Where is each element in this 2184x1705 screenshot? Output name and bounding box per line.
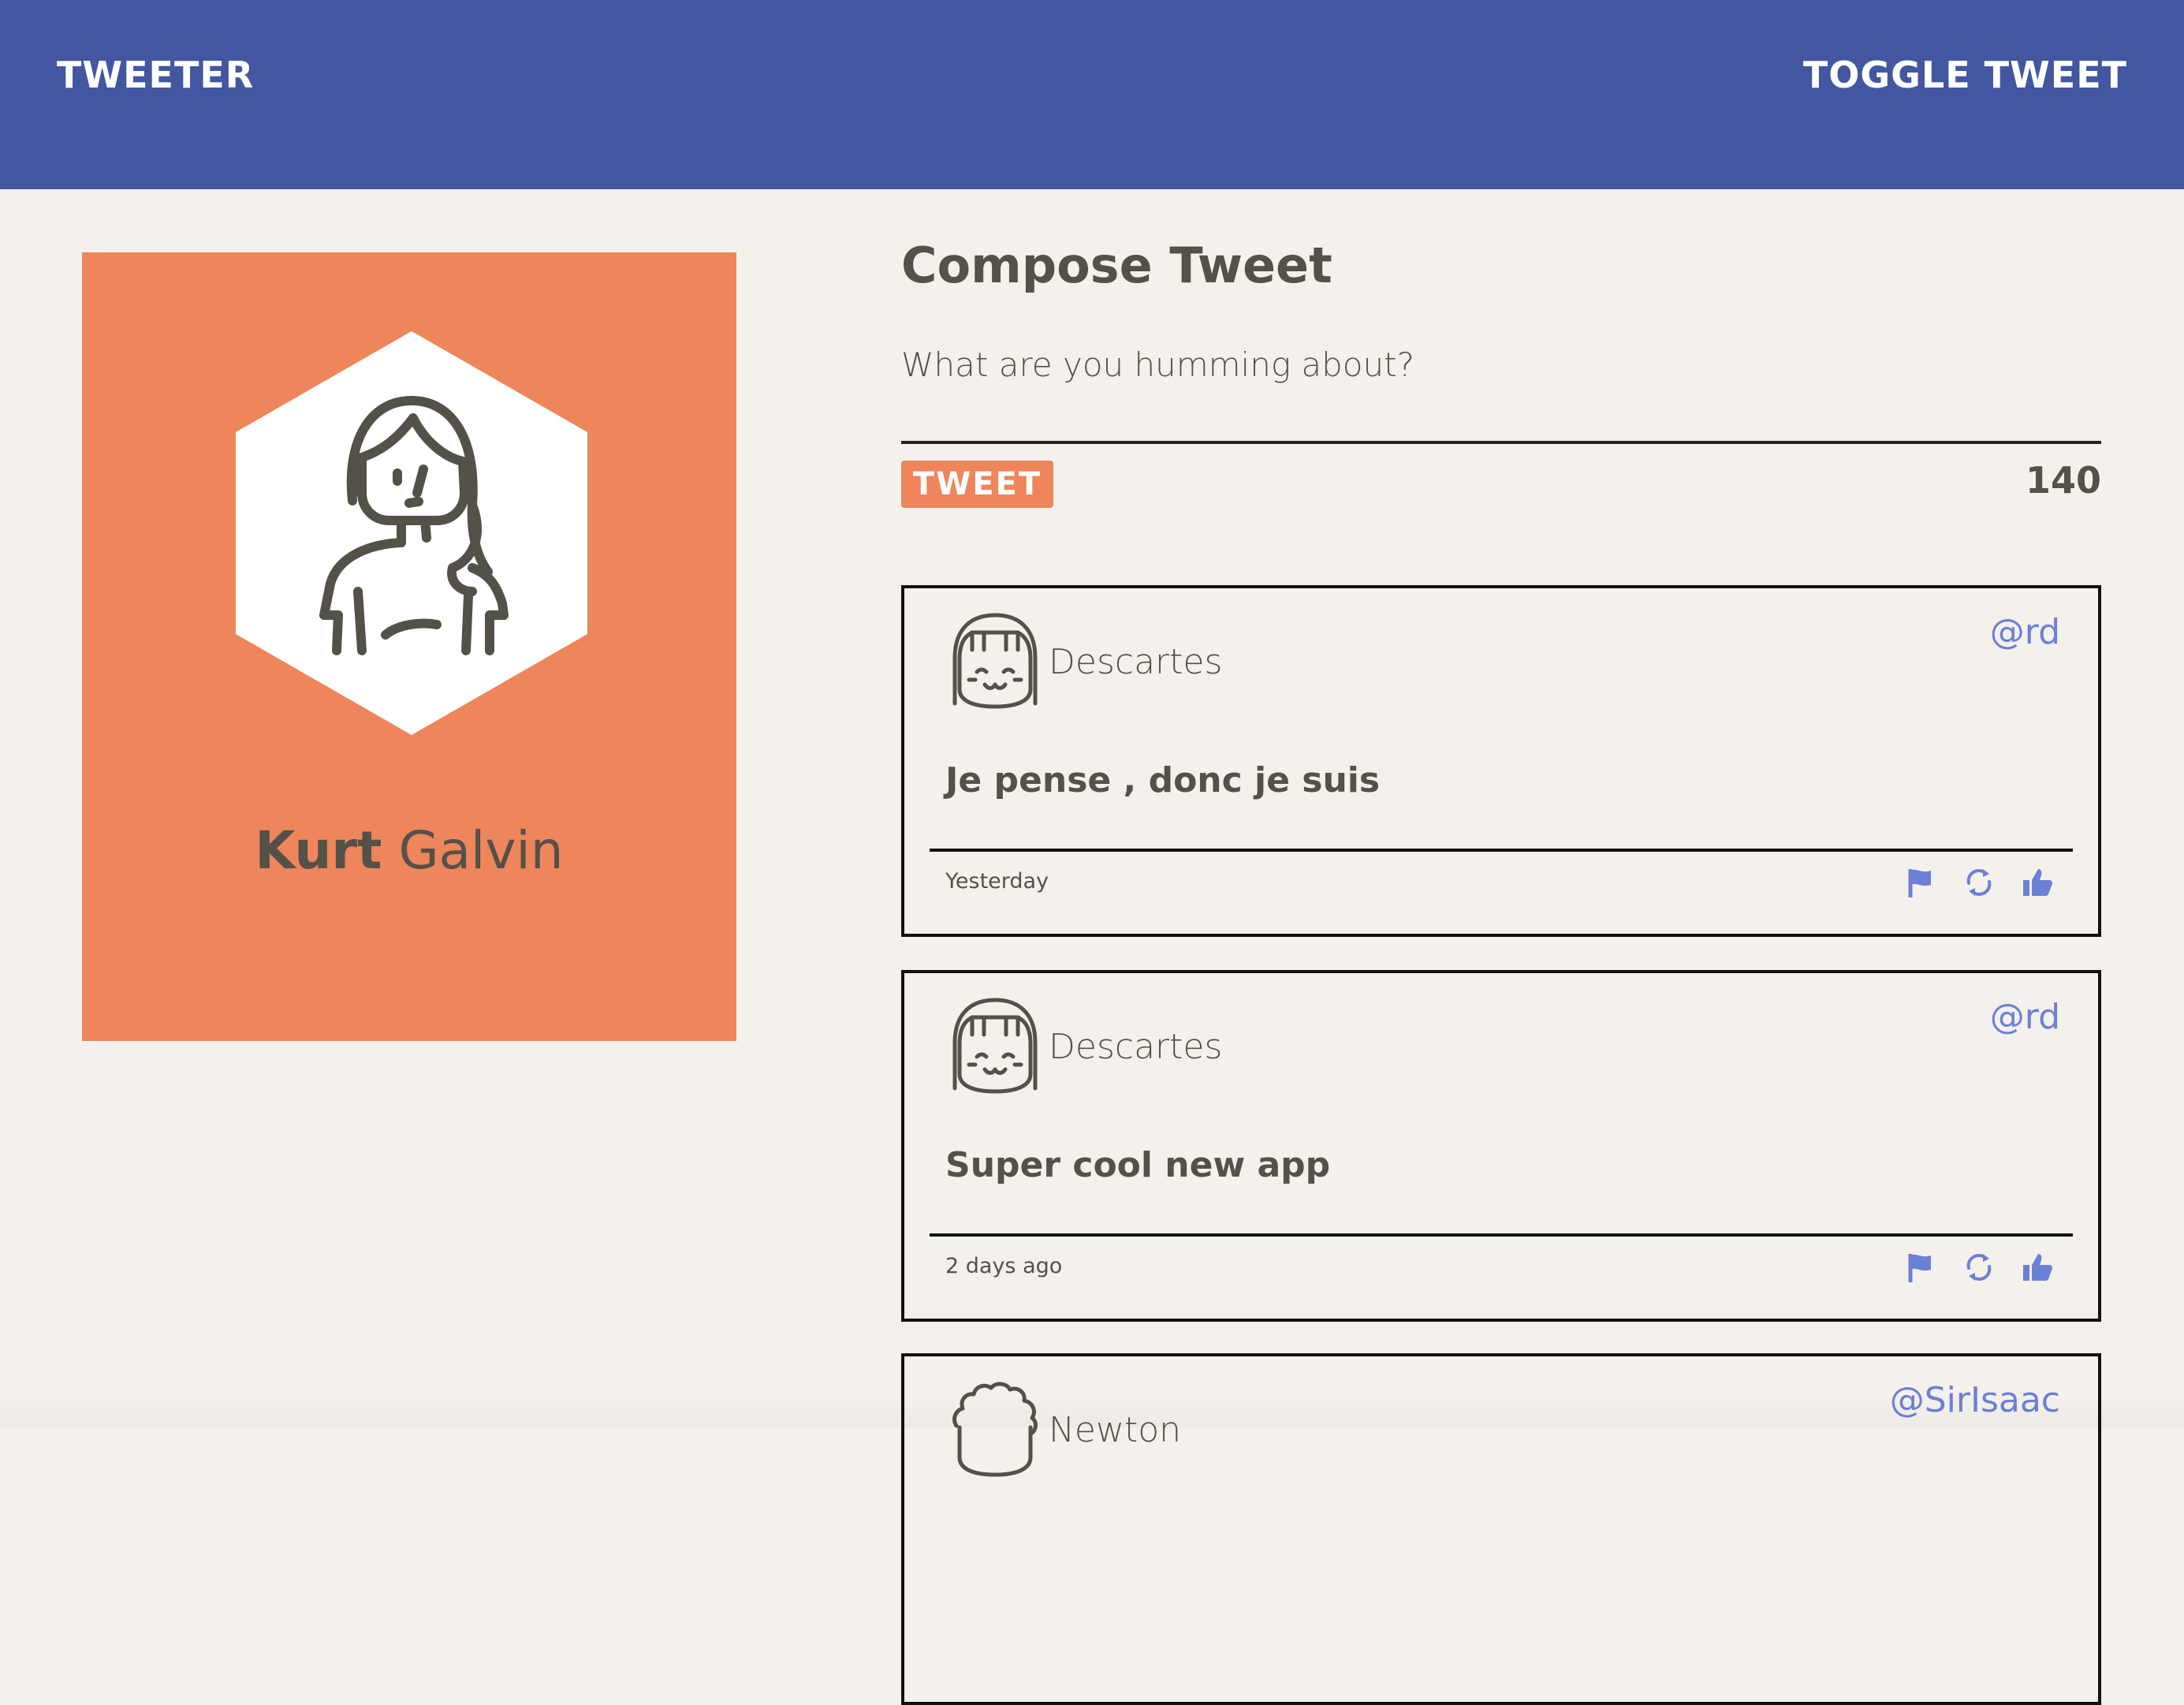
tweet-author: Descartes	[1049, 1027, 1222, 1067]
tweet-author: Descartes	[1049, 642, 1222, 682]
retweet-icon[interactable]	[1962, 1251, 1996, 1284]
profile-card: Kurt Galvin	[82, 252, 736, 1041]
compose-title: Compose Tweet	[901, 237, 1332, 294]
tweet-card: Descartes @rd Super cool new app 2 days …	[901, 970, 2101, 1322]
flag-icon[interactable]	[1904, 1251, 1937, 1284]
tweet-card: Newton @SirIsaac	[901, 1353, 2101, 1705]
tweet-time: 2 days ago	[945, 1254, 1062, 1278]
like-icon[interactable]	[2021, 1251, 2054, 1284]
like-icon[interactable]	[2021, 866, 2054, 899]
girl-avatar-icon	[236, 331, 587, 735]
curly-hair-avatar-icon	[949, 1379, 1042, 1479]
profile-name: Kurt Galvin	[82, 820, 736, 881]
tweet-content: Je pense , donc je suis	[945, 760, 1380, 800]
tweet-actions	[1904, 866, 2054, 899]
tweet-handle[interactable]: @rd	[1990, 612, 2060, 652]
tweet-handle[interactable]: @SirIsaac	[1890, 1380, 2060, 1420]
last-name: Galvin	[398, 820, 563, 881]
retweet-icon[interactable]	[1962, 866, 1996, 899]
tweet-card: Descartes @rd Je pense , donc je suis Ye…	[901, 585, 2101, 937]
bob-hair-avatar-icon	[949, 610, 1042, 711]
tweet-actions	[1904, 1251, 2054, 1284]
flag-icon[interactable]	[1904, 866, 1937, 899]
top-nav: TWEETER TOGGLE TWEET	[0, 0, 2184, 189]
tweet-content: Super cool new app	[945, 1145, 1330, 1185]
tweet-divider	[930, 1233, 2073, 1237]
char-counter: 140	[2026, 459, 2101, 502]
tweet-input[interactable]	[901, 335, 2101, 444]
brand-logo[interactable]: TWEETER	[57, 54, 254, 96]
bob-hair-avatar-icon	[949, 995, 1042, 1096]
tweet-button[interactable]: TWEET	[901, 461, 1053, 508]
tweet-time: Yesterday	[945, 869, 1049, 894]
tweet-handle[interactable]: @rd	[1990, 997, 2060, 1037]
toggle-tweet-button[interactable]: TOGGLE TWEET	[1803, 54, 2127, 96]
first-name: Kurt	[255, 820, 382, 881]
tweet-author: Newton	[1049, 1410, 1181, 1450]
tweet-divider	[930, 849, 2073, 852]
